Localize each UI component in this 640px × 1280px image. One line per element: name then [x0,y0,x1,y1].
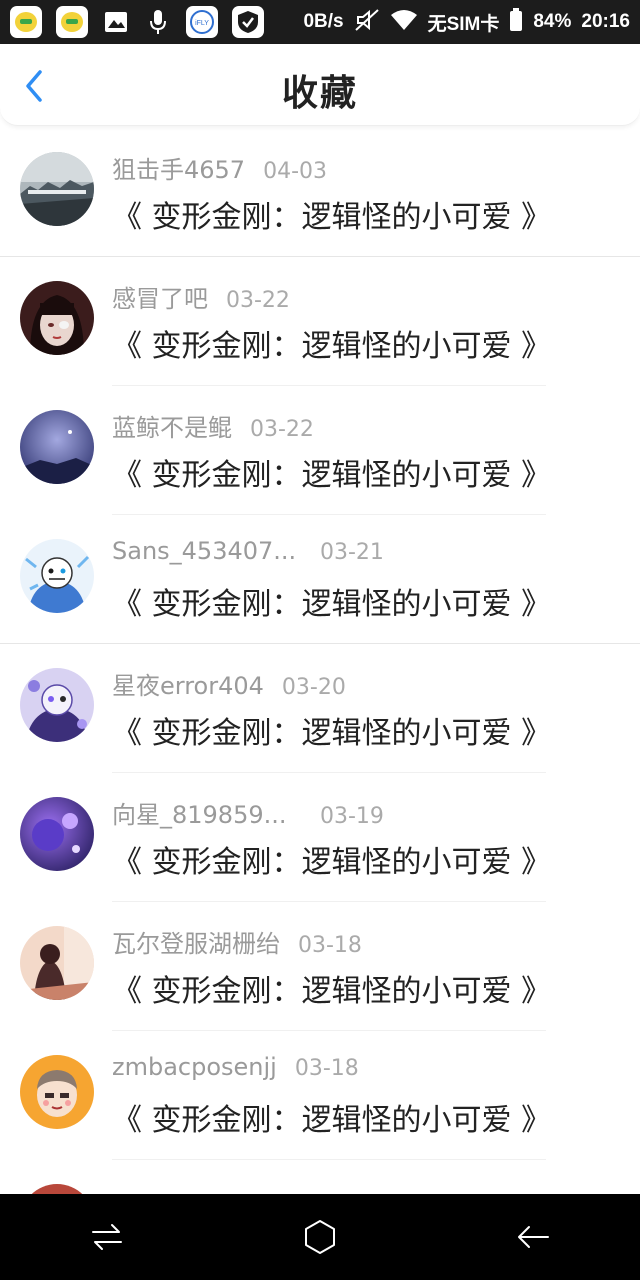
item-title[interactable]: 《 变形金刚：逻辑怪的小可爱 》 [112,579,551,623]
status-bar: iFLY 0B/s 无SIM卡 84% 20:16 [0,0,640,44]
item-title[interactable]: 《 变形金刚：逻辑怪的小可爱 》 [112,450,551,494]
item-meta: 星夜error404 03-20 [112,666,346,701]
item-date: 03-22 [250,417,314,442]
clock: 20:16 [581,11,630,32]
home-icon [304,1220,335,1254]
list-item[interactable]: 蓝鲸不是鲲 03-22 《 变形金刚：逻辑怪的小可爱 》 [0,386,640,515]
battery-icon [509,7,523,37]
back-arrow-icon [518,1226,550,1248]
app-face-icon [56,6,88,38]
avatar [20,152,94,226]
user-name[interactable]: 瓦尔登服湖栅绐 [112,924,280,959]
item-title[interactable]: 《 变形金刚：逻辑怪的小可爱 》 [112,966,551,1010]
sim-status: 无SIM卡 [427,13,500,35]
list-item[interactable]: 星夜error404 03-20 《 变形金刚：逻辑怪的小可爱 》 [0,644,640,773]
page-title: 收藏 [281,73,358,114]
item-date: 04-03 [263,159,328,184]
item-meta: Sans_453407... 03-21 [112,537,384,565]
item-date: 03-18 [294,1056,359,1081]
item-meta: 瓦尔登服湖栅绐 03-18 [112,924,362,959]
user-name[interactable]: Sans_453407... [112,537,302,565]
item-meta: 蓝鲸不是鲲 03-22 [112,408,314,443]
avatar [20,668,94,742]
wifi-icon [390,9,418,36]
list-item[interactable]: 感冒了吧 03-22 《 变形金刚：逻辑怪的小可爱 》 [0,257,640,386]
user-name[interactable]: 星夜error404 [112,666,264,701]
svg-text:iFLY: iFLY [195,20,209,27]
list-item[interactable]: 瓦尔登服湖栅绐 03-18 《 变形金刚：逻辑怪的小可爱 》 [0,902,640,1031]
user-name[interactable]: 向星_819859... [112,795,302,830]
item-meta: zmbacposenjj 03-18 [112,1053,359,1081]
item-date: 03-19 [320,804,384,829]
avatar [20,1055,94,1129]
user-name[interactable]: 狙击手4657 [112,150,245,185]
item-title[interactable]: 《 变形金刚：逻辑怪的小可爱 》 [112,192,551,236]
avatar [20,410,94,484]
favorites-list[interactable]: 狙击手4657 04-03 《 变形金刚：逻辑怪的小可爱 》 感冒了吧 03-2… [0,128,640,1280]
list-item[interactable]: 向星_819859... 03-19 《 变形金刚：逻辑怪的小可爱 》 [0,773,640,902]
item-title[interactable]: 《 变形金刚：逻辑怪的小可爱 》 [112,708,551,752]
shield-check-icon [232,6,264,38]
app-face-icon [10,6,42,38]
mute-icon [354,8,380,37]
microphone-icon [144,8,172,36]
item-meta: 感冒了吧 03-22 [112,279,290,314]
item-date: 03-22 [226,288,290,313]
list-item[interactable]: zmbacposenjj 03-18 《 变形金刚：逻辑怪的小可爱 》 [0,1031,640,1160]
item-meta: 向星_819859... 03-19 [112,795,384,830]
user-name[interactable]: 蓝鲸不是鲲 [112,408,232,443]
system-status: 0B/s 无SIM卡 84% 20:16 [303,7,630,37]
item-date: 03-20 [281,675,346,700]
user-name[interactable]: zmbacposenjj [112,1053,277,1081]
avatar [20,281,94,355]
item-title[interactable]: 《 变形金刚：逻辑怪的小可爱 》 [112,837,551,881]
switch-apps-button[interactable] [82,1212,132,1262]
item-title[interactable]: 《 变形金刚：逻辑怪的小可爱 》 [112,1095,551,1139]
item-date: 03-21 [320,540,384,565]
home-button[interactable] [295,1212,345,1262]
system-nav-bar [0,1194,640,1280]
user-name[interactable]: 感冒了吧 [112,279,208,314]
gallery-icon [102,8,130,36]
header: 收藏 [0,44,640,126]
list-item[interactable]: Sans_453407... 03-21 《 变形金刚：逻辑怪的小可爱 》 [0,515,640,644]
avatar [20,797,94,871]
notification-icons: iFLY [10,6,264,38]
avatar [20,539,94,613]
network-speed: 0B/s [303,11,344,32]
list-item[interactable]: 狙击手4657 04-03 《 变形金刚：逻辑怪的小可爱 》 [0,128,640,257]
item-meta: 狙击手4657 04-03 [112,150,327,185]
back-nav-button[interactable] [508,1212,558,1262]
battery-level: 84% [533,11,572,32]
switch-apps-icon [91,1224,122,1250]
ifly-icon: iFLY [186,6,218,38]
item-date: 03-18 [298,933,362,958]
avatar [20,926,94,1000]
item-title[interactable]: 《 变形金刚：逻辑怪的小可爱 》 [112,321,551,365]
